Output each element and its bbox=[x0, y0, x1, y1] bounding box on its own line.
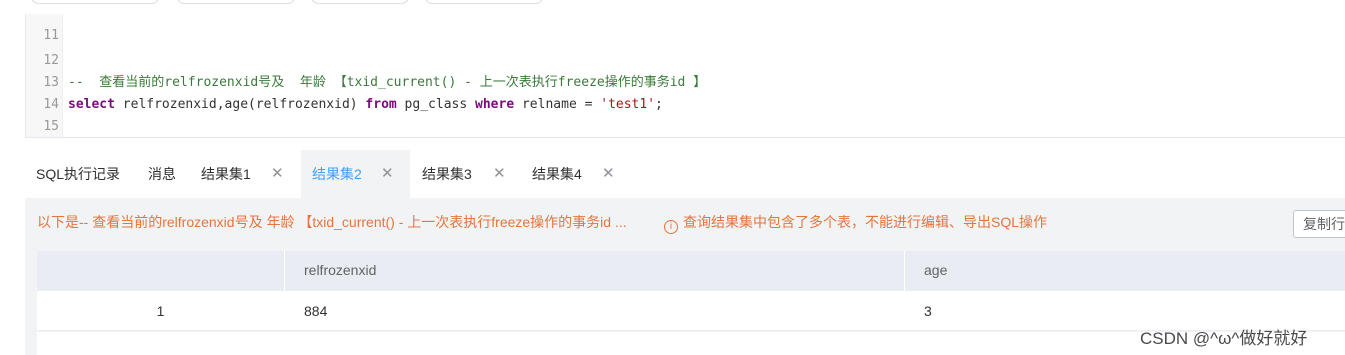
result-tabs: SQL执行记录 消息 结果集1 ✕ 结果集2 ✕ 结果集3 ✕ 结果集4 ✕ bbox=[25, 150, 1345, 198]
editor-line: 13 select relfrozenxid,age(relfrozenxid)… bbox=[26, 50, 1345, 112]
toolbar-button-4[interactable] bbox=[424, 0, 544, 4]
editor-line: 15 bbox=[26, 94, 1345, 134]
close-icon[interactable]: ✕ bbox=[271, 150, 284, 198]
info-icon: i bbox=[664, 220, 678, 234]
tab-label: SQL执行记录 bbox=[36, 166, 121, 182]
tab-messages[interactable]: 消息 bbox=[148, 150, 176, 198]
toolbar-button-2[interactable] bbox=[176, 0, 296, 4]
tab-label: 结果集2 bbox=[312, 166, 362, 182]
column-divider[interactable] bbox=[904, 251, 905, 291]
row-index: 1 bbox=[156, 303, 165, 319]
toolbar-button-3[interactable] bbox=[310, 0, 410, 4]
tab-label: 结果集4 bbox=[532, 166, 582, 182]
copy-row-button[interactable]: 复制行 bbox=[1293, 210, 1345, 238]
column-header-index bbox=[47, 251, 277, 291]
cell-relfrozenxid[interactable]: 884 bbox=[304, 291, 327, 331]
tab-result-4[interactable]: 结果集4 ✕ bbox=[532, 150, 626, 198]
editor-line: 16 bbox=[26, 116, 1345, 137]
editor-line: 12 -- 查看当前的relfrozenxid号及 年龄 【txid_curre… bbox=[26, 28, 1345, 90]
table-header: relfrozenxid age bbox=[37, 251, 1345, 291]
close-icon[interactable]: ✕ bbox=[493, 150, 506, 198]
sql-editor[interactable]: 11 12 -- 查看当前的relfrozenxid号及 年龄 【txid_cu… bbox=[25, 14, 1345, 138]
tab-sql-log[interactable]: SQL执行记录 bbox=[36, 150, 120, 198]
column-header-relfrozenxid[interactable]: relfrozenxid bbox=[304, 251, 376, 291]
warning-text: 查询结果集中包含了多个表，不能进行编辑、导出SQL操作 bbox=[683, 214, 1048, 230]
tab-label: 消息 bbox=[148, 166, 176, 182]
editor-line: 14 bbox=[26, 72, 1345, 112]
column-divider[interactable] bbox=[284, 251, 285, 291]
tab-label: 结果集3 bbox=[422, 166, 472, 182]
editor-line: 11 bbox=[26, 14, 1345, 43]
tab-label: 结果集1 bbox=[201, 166, 251, 182]
close-icon[interactable]: ✕ bbox=[381, 150, 394, 198]
tab-result-2[interactable]: 结果集2 ✕ bbox=[301, 150, 410, 198]
tab-result-3[interactable]: 结果集3 ✕ bbox=[422, 150, 516, 198]
toolbar-button-1[interactable] bbox=[30, 0, 160, 4]
multi-table-warning: i 查询结果集中包含了多个表，不能进行编辑、导出SQL操作 bbox=[664, 212, 1047, 234]
close-icon[interactable]: ✕ bbox=[602, 150, 615, 198]
cell-age[interactable]: 3 bbox=[924, 291, 932, 331]
result-source-sql: 以下是-- 查看当前的relfrozenxid号及 年龄 【txid_curre… bbox=[37, 214, 627, 230]
column-header-age[interactable]: age bbox=[924, 251, 947, 291]
csdn-watermark: CSDN @^ω^做好就好 bbox=[1140, 329, 1308, 348]
tab-result-1[interactable]: 结果集1 ✕ bbox=[201, 150, 295, 198]
